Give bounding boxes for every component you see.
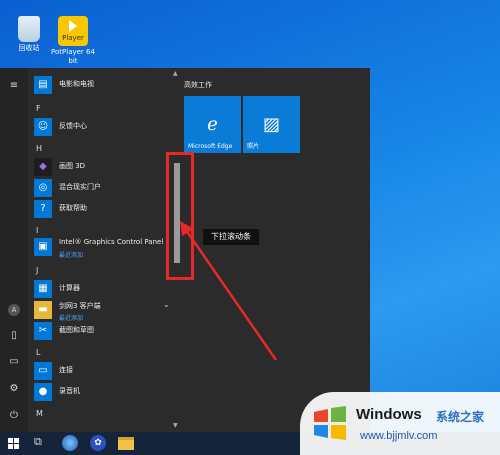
recycle-bin-icon: [18, 16, 40, 42]
section-letter-f[interactable]: F: [36, 104, 41, 113]
help-icon: ?: [34, 200, 52, 218]
section-letter-l[interactable]: L: [36, 348, 40, 357]
paint3d-icon: ◆: [34, 158, 52, 176]
app-voice-recorder[interactable]: ● 录音机: [34, 383, 174, 401]
potplayer-icon: Player: [58, 16, 88, 46]
section-letter-i[interactable]: I: [36, 226, 38, 235]
edge-icon: ℯ: [207, 114, 218, 135]
pictures-icon[interactable]: ▭: [7, 356, 21, 368]
app-snip-sketch[interactable]: ✂ 截图和草图: [34, 322, 174, 340]
app-feedback-hub[interactable]: ☺ 反馈中心: [34, 118, 174, 136]
app-get-help[interactable]: ? 获取帮助: [34, 200, 174, 218]
mixed-reality-icon: ◎: [34, 179, 52, 197]
documents-icon[interactable]: ▯: [7, 330, 21, 342]
user-icon[interactable]: A: [8, 304, 20, 316]
site-watermark: Windows 系统之家 www.bjjmlv.com: [300, 392, 500, 455]
watermark-url: www.bjjmlv.com: [360, 430, 438, 442]
app-movies[interactable]: ▤ 电影和电视: [34, 76, 174, 94]
potplayer-label: PotPlayer 64 bit: [51, 48, 95, 65]
scroll-down-arrow[interactable]: ▼: [173, 422, 178, 429]
watermark-brand: Windows: [356, 406, 422, 423]
section-letter-h[interactable]: H: [36, 144, 42, 153]
app-intel-graphics[interactable]: ▣ Intel® Graphics Control Panel 最近添加: [34, 238, 174, 259]
watermark-brand-cn: 系统之家: [436, 410, 485, 424]
browser-icon[interactable]: [62, 435, 78, 451]
section-letter-m[interactable]: M: [36, 409, 43, 418]
tile-photos[interactable]: ▨ 照片: [243, 96, 300, 153]
scroll-up-arrow[interactable]: ▲: [173, 70, 178, 77]
baidu-icon[interactable]: ✿: [90, 435, 106, 451]
folder-icon: ▬: [34, 301, 52, 319]
snip-icon: ✂: [34, 322, 52, 340]
potplayer-desktop-icon[interactable]: Player PotPlayer 64 bit: [50, 16, 96, 66]
app-paint-3d[interactable]: ◆ 画图 3D: [34, 158, 174, 176]
chevron-down-icon[interactable]: ⌄: [163, 300, 170, 309]
hamburger-icon[interactable]: ≡: [7, 80, 21, 92]
app-calculator[interactable]: ▦ 计算器: [34, 280, 174, 298]
app-mixed-reality[interactable]: ◎ 混合现实门户: [34, 179, 174, 197]
start-left-rail: ≡ A ▯ ▭ ⚙ ⏻: [0, 68, 28, 432]
recycle-bin-desktop-icon[interactable]: 回收站: [6, 16, 52, 53]
recorder-icon: ●: [34, 383, 52, 401]
section-letter-j[interactable]: J: [36, 266, 38, 275]
tile-microsoft-edge[interactable]: ℯ Microsoft Edge: [184, 96, 241, 153]
file-explorer-icon[interactable]: [118, 437, 134, 450]
power-icon[interactable]: ⏻: [7, 410, 21, 422]
app-list: ▤ 电影和电视 F ☺ 反馈中心 H ◆ 画图 3D ◎ 混合现实门户 ? 获取…: [28, 68, 176, 432]
app-jx3-folder[interactable]: ▬ 剑网3 客户端 最近添加: [34, 301, 174, 322]
connect-icon: ▭: [34, 362, 52, 380]
photos-icon: ▨: [262, 114, 281, 135]
annotation-label: 下拉滚动条: [203, 229, 259, 245]
app-connect[interactable]: ▭ 连接: [34, 362, 174, 380]
tile-group-title[interactable]: 高效工作: [184, 80, 212, 90]
windows-logo-icon: [314, 406, 346, 440]
calculator-icon: ▦: [34, 280, 52, 298]
windows-start-icon[interactable]: [6, 435, 24, 452]
settings-icon[interactable]: ⚙: [7, 383, 21, 395]
recycle-bin-label: 回收站: [18, 44, 40, 52]
feedback-icon: ☺: [34, 118, 52, 136]
scrollbar-highlight-box: [166, 152, 194, 280]
task-view-icon[interactable]: ⧉: [34, 435, 52, 452]
film-icon: ▤: [34, 76, 52, 94]
intel-icon: ▣: [34, 238, 52, 256]
